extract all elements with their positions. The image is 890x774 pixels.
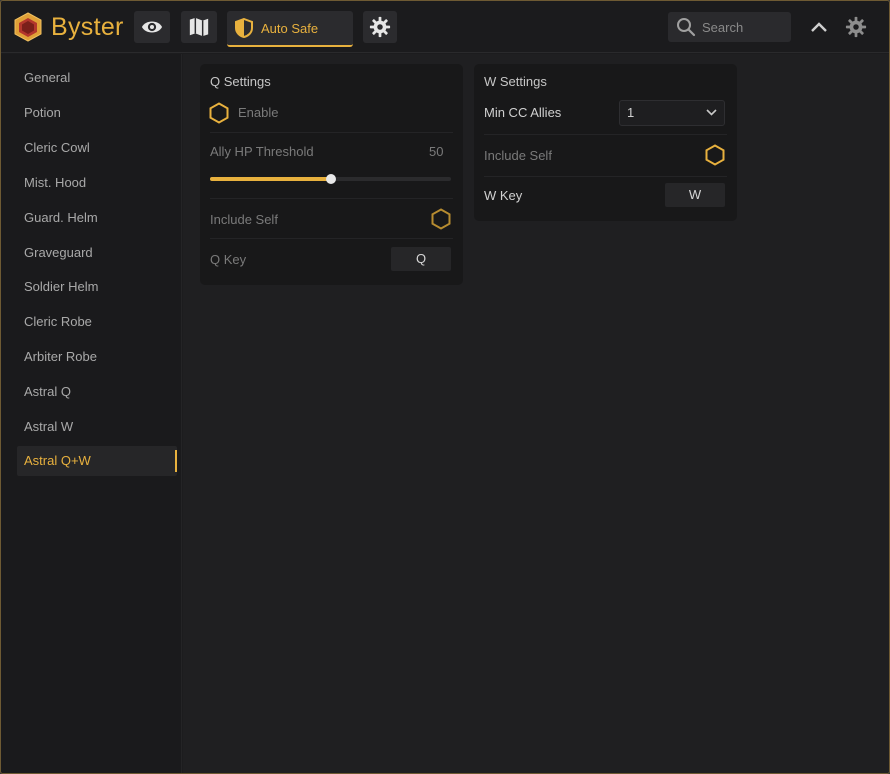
sidebar-item-cleric-cowl[interactable]: Cleric Cowl bbox=[17, 133, 177, 163]
include-self-checkbox[interactable] bbox=[705, 144, 725, 166]
q-settings-panel: Q Settings Enable Ally HP Threshold 50 I… bbox=[200, 64, 463, 285]
sidebar-item-astral-w[interactable]: Astral W bbox=[17, 412, 177, 442]
include-self-checkbox[interactable] bbox=[431, 208, 451, 230]
tab-auto-safe-label: Auto Safe bbox=[261, 20, 319, 36]
divider bbox=[210, 132, 453, 133]
ally-hp-threshold-value: 50 bbox=[429, 144, 444, 159]
shield-icon bbox=[235, 18, 253, 38]
search-input[interactable] bbox=[702, 19, 787, 35]
map-icon bbox=[189, 17, 209, 37]
gear-icon bbox=[369, 16, 391, 38]
ally-hp-threshold-slider[interactable] bbox=[210, 174, 451, 184]
w-settings-panel: W Settings Min CC Allies 1 Include Self … bbox=[474, 64, 737, 221]
w-key-button[interactable]: W bbox=[665, 183, 725, 207]
divider bbox=[210, 198, 453, 199]
sidebar-item-arbiter-robe[interactable]: Arbiter Robe bbox=[17, 342, 177, 372]
divider bbox=[484, 176, 727, 177]
min-cc-allies-label: Min CC Allies bbox=[484, 105, 562, 120]
sidebar-item-astral-q-w[interactable]: Astral Q+W bbox=[17, 446, 177, 476]
divider bbox=[210, 238, 453, 239]
header-bar: Byster Auto Safe bbox=[1, 1, 889, 53]
slider-handle[interactable] bbox=[325, 174, 336, 184]
sidebar-item-graveguard[interactable]: Graveguard bbox=[17, 238, 177, 268]
chevron-up-icon bbox=[811, 22, 827, 32]
slider-fill bbox=[210, 177, 331, 181]
divider bbox=[484, 134, 727, 135]
byster-logo bbox=[14, 12, 42, 42]
search-box[interactable] bbox=[668, 12, 791, 42]
sidebar-item-mist-hood[interactable]: Mist. Hood bbox=[17, 168, 177, 198]
include-self-label: Include Self bbox=[484, 148, 552, 163]
sidebar-item-soldier-helm[interactable]: Soldier Helm bbox=[17, 272, 177, 302]
tab-settings[interactable] bbox=[363, 11, 397, 43]
enable-checkbox[interactable] bbox=[209, 102, 229, 124]
w-settings-title: W Settings bbox=[484, 74, 547, 89]
sidebar-item-potion[interactable]: Potion bbox=[17, 98, 177, 128]
sidebar: General Potion Cleric Cowl Mist. Hood Gu… bbox=[1, 54, 182, 773]
tab-visibility[interactable] bbox=[134, 11, 170, 43]
q-key-label: Q Key bbox=[210, 252, 247, 267]
app-window: Byster Auto Safe Search General Potion C… bbox=[0, 0, 890, 774]
tab-auto-safe[interactable]: Auto Safe bbox=[227, 11, 353, 47]
chevron-down-icon bbox=[706, 109, 717, 116]
sidebar-item-astral-q[interactable]: Astral Q bbox=[17, 377, 177, 407]
sidebar-item-cleric-robe[interactable]: Cleric Robe bbox=[17, 307, 177, 337]
sidebar-item-general[interactable]: General bbox=[17, 63, 177, 93]
collapse-button[interactable] bbox=[807, 15, 831, 39]
settings-button[interactable] bbox=[844, 15, 868, 39]
brand-name: Byster bbox=[51, 13, 124, 41]
gear-icon bbox=[845, 16, 867, 38]
min-cc-allies-select[interactable]: 1 bbox=[619, 100, 725, 126]
search-icon bbox=[677, 18, 696, 37]
q-settings-title: Q Settings bbox=[210, 74, 271, 89]
sidebar-item-guard-helm[interactable]: Guard. Helm bbox=[17, 203, 177, 233]
main-content: Q Settings Enable Ally HP Threshold 50 I… bbox=[183, 54, 889, 773]
q-key-button[interactable]: Q bbox=[391, 247, 451, 271]
min-cc-allies-value: 1 bbox=[627, 105, 635, 120]
w-key-label: W Key bbox=[484, 188, 523, 203]
eye-icon bbox=[141, 21, 163, 33]
ally-hp-threshold-label: Ally HP Threshold bbox=[210, 144, 314, 159]
enable-label: Enable bbox=[238, 105, 279, 120]
tab-map[interactable] bbox=[181, 11, 217, 43]
include-self-label: Include Self bbox=[210, 212, 278, 227]
